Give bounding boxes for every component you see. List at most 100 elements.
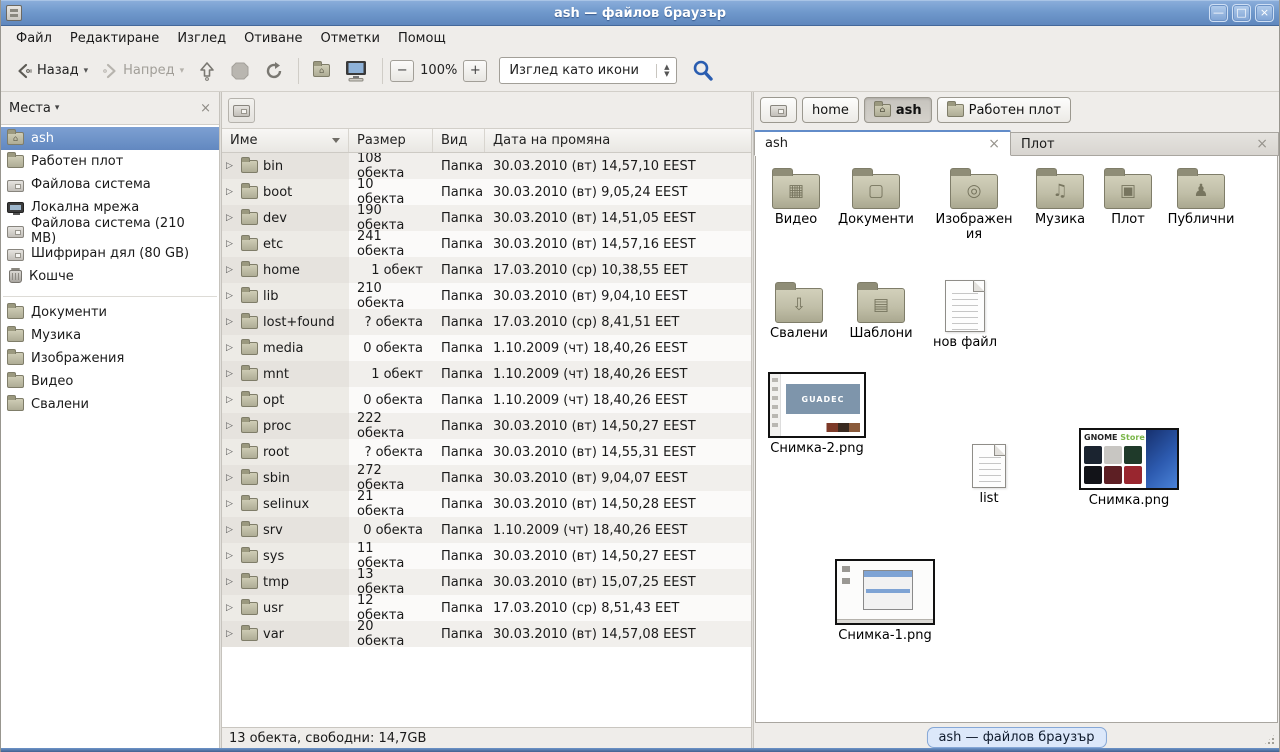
sidebar-item[interactable]: Кошче — [1, 265, 219, 288]
file-item[interactable]: ▤Шаблони — [841, 282, 921, 341]
menubar-item[interactable]: Отметки — [311, 29, 388, 48]
tree-row[interactable]: srv0 обектаПапка1.10.2009 (чт) 18,40,26 … — [222, 517, 751, 543]
expander-icon[interactable] — [226, 240, 236, 249]
tree-row[interactable]: var20 обектаПапка30.03.2010 (вт) 14,57,0… — [222, 621, 751, 647]
path-button-home[interactable]: home — [802, 97, 859, 123]
zoom-in-button[interactable]: + — [463, 60, 487, 82]
tree-row[interactable]: sys11 обектаПапка30.03.2010 (вт) 14,50,2… — [222, 543, 751, 569]
path-button[interactable] — [760, 97, 797, 123]
titlebar[interactable]: ash — файлов браузър — □ × — [1, 0, 1279, 26]
menubar-item[interactable]: Редактиране — [61, 29, 168, 48]
tree-row[interactable]: proc222 обектаПапка30.03.2010 (вт) 14,50… — [222, 413, 751, 439]
computer-button[interactable] — [337, 57, 375, 85]
expander-icon[interactable] — [226, 266, 236, 275]
tree-row[interactable]: dev190 обектаПапка30.03.2010 (вт) 14,51,… — [222, 205, 751, 231]
column-header-size[interactable]: Размер — [349, 129, 433, 152]
expander-icon[interactable] — [226, 448, 236, 457]
expander-icon[interactable] — [226, 526, 236, 535]
tab-Плот[interactable]: Плот× — [1011, 132, 1279, 156]
search-button[interactable] — [691, 59, 715, 83]
sidebar-item[interactable]: Файлова система (210 MB) — [1, 219, 219, 242]
tree-row[interactable]: tmp13 обектаПапка30.03.2010 (вт) 15,07,2… — [222, 569, 751, 595]
sidebar-item[interactable]: Файлова система — [1, 173, 219, 196]
tab-ash[interactable]: ash× — [754, 130, 1011, 156]
sidebar-item[interactable]: Свалени — [1, 393, 219, 416]
file-item[interactable]: ⇩Свалени — [759, 282, 839, 341]
expander-icon[interactable] — [226, 214, 236, 223]
file-item[interactable]: ◎Изображения — [934, 168, 1014, 242]
up-button[interactable] — [191, 58, 223, 84]
expander-icon[interactable] — [226, 604, 236, 613]
menubar-item[interactable]: Помощ — [389, 29, 455, 48]
sidebar-item[interactable]: Изображения — [1, 347, 219, 370]
tree-row[interactable]: selinux21 обектаПапка30.03.2010 (вт) 14,… — [222, 491, 751, 517]
root-location-button[interactable] — [228, 98, 255, 123]
sidebar-close-icon[interactable]: × — [200, 101, 211, 116]
column-header-name[interactable]: Име — [222, 129, 349, 152]
maximize-button[interactable]: □ — [1232, 4, 1251, 22]
sidebar-title[interactable]: Места — [9, 101, 51, 116]
tree-row[interactable]: mnt1 обектПапка1.10.2009 (чт) 18,40,26 E… — [222, 361, 751, 387]
file-item[interactable]: list — [949, 444, 1029, 506]
expander-icon[interactable] — [226, 162, 236, 171]
close-button[interactable]: × — [1255, 4, 1274, 22]
file-item[interactable]: ▦Видео — [756, 168, 836, 227]
expander-icon[interactable] — [226, 422, 236, 431]
file-item[interactable]: ♟Публични — [1161, 168, 1241, 227]
forward-button[interactable]: Напред ▾ — [95, 60, 191, 82]
file-item[interactable]: ▢Документи — [836, 168, 916, 227]
chevron-down-icon[interactable]: ▾ — [55, 103, 60, 113]
stop-button[interactable] — [223, 58, 257, 84]
tree-row[interactable]: lost+found? обектаПапка17.03.2010 (ср) 8… — [222, 309, 751, 335]
file-item[interactable]: GNOME StoreСнимка.png — [1079, 428, 1179, 508]
sidebar-item[interactable]: Шифриран дял (80 GB) — [1, 242, 219, 265]
expander-icon[interactable] — [226, 500, 236, 509]
view-mode-select[interactable]: Изглед като икони ▲▼ — [499, 57, 677, 84]
file-item[interactable]: GUADECСнимка-2.png — [767, 372, 867, 456]
expander-icon[interactable] — [226, 292, 236, 301]
expander-icon[interactable] — [226, 318, 236, 327]
tree-row[interactable]: home1 обектПапка17.03.2010 (ср) 10,38,55… — [222, 257, 751, 283]
sidebar-item[interactable]: ⌂ash — [1, 127, 219, 150]
tree-row[interactable]: lib210 обектаПапка30.03.2010 (вт) 9,04,1… — [222, 283, 751, 309]
tree-row[interactable]: boot10 обектаПапка30.03.2010 (вт) 9,05,2… — [222, 179, 751, 205]
reload-button[interactable] — [257, 58, 291, 84]
file-item[interactable]: нов файл — [925, 280, 1005, 350]
back-button[interactable]: Назад ▾ — [9, 60, 95, 82]
expander-icon[interactable] — [226, 578, 236, 587]
expander-icon[interactable] — [226, 344, 236, 353]
tree-row[interactable]: media0 обектаПапка1.10.2009 (чт) 18,40,2… — [222, 335, 751, 361]
tree-row[interactable]: usr12 обектаПапка17.03.2010 (ср) 8,51,43… — [222, 595, 751, 621]
menubar-item[interactable]: Отиване — [235, 29, 311, 48]
minimize-button[interactable]: — — [1209, 4, 1228, 22]
tree-row[interactable]: opt0 обектаПапка1.10.2009 (чт) 18,40,26 … — [222, 387, 751, 413]
expander-icon[interactable] — [226, 630, 236, 639]
sidebar-item[interactable]: Работен плот — [1, 150, 219, 173]
tree-row[interactable]: etc241 обектаПапка30.03.2010 (вт) 14,57,… — [222, 231, 751, 257]
combo-stepper-icon[interactable]: ▲▼ — [656, 64, 676, 78]
back-dropdown-icon[interactable]: ▾ — [84, 66, 89, 76]
sidebar-item[interactable]: Музика — [1, 324, 219, 347]
menubar-item[interactable]: Файл — [7, 29, 61, 48]
expander-icon[interactable] — [226, 396, 236, 405]
zoom-out-button[interactable]: − — [390, 60, 414, 82]
tab-close-icon[interactable]: × — [1256, 136, 1268, 152]
path-button-Работен плот[interactable]: Работен плот — [937, 97, 1071, 123]
icon-view-canvas[interactable]: ▦Видео▢Документи◎Изображения♫Музика▣Плот… — [755, 156, 1278, 723]
file-item[interactable]: ▣Плот — [1088, 168, 1168, 227]
file-item[interactable]: Снимка-1.png — [835, 559, 935, 643]
tree-row[interactable]: sbin272 обектаПапка30.03.2010 (вт) 9,04,… — [222, 465, 751, 491]
expander-icon[interactable] — [226, 552, 236, 561]
expander-icon[interactable] — [226, 474, 236, 483]
home-button[interactable]: ⌂ — [306, 61, 337, 80]
tab-close-icon[interactable]: × — [988, 136, 1000, 152]
column-header-date[interactable]: Дата на промяна — [485, 129, 751, 152]
sidebar-item[interactable]: Документи — [1, 301, 219, 324]
expander-icon[interactable] — [226, 188, 236, 197]
tree-row[interactable]: bin108 обектаПапка30.03.2010 (вт) 14,57,… — [222, 153, 751, 179]
expander-icon[interactable] — [226, 370, 236, 379]
menubar-item[interactable]: Изглед — [168, 29, 235, 48]
column-header-type[interactable]: Вид — [433, 129, 485, 152]
path-button-ash[interactable]: ⌂ash — [864, 97, 932, 123]
sidebar-item[interactable]: Видео — [1, 370, 219, 393]
